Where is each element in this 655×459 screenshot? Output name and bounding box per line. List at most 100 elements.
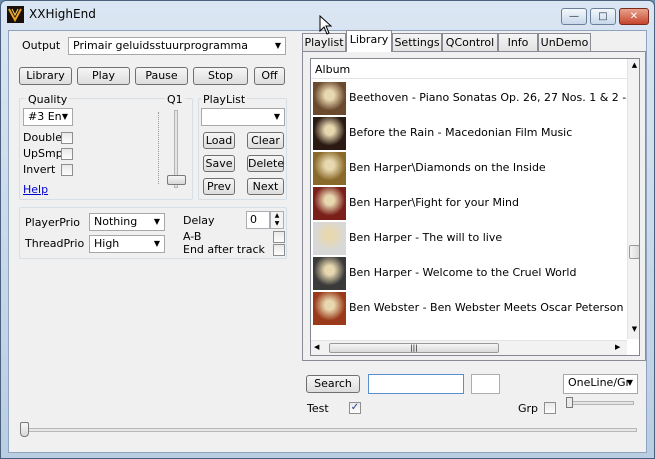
vertical-scroll-thumb[interactable] (629, 245, 639, 259)
tab-info[interactable]: Info (498, 33, 538, 51)
output-device-select[interactable]: Primair geluidsstuurprogramma ▼ (68, 37, 286, 55)
album-list[interactable]: Album Beethoven - Piano Sonatas Op. 26, … (310, 58, 640, 356)
end-after-track-label: End after track (183, 243, 265, 256)
album-cover-image (313, 117, 346, 150)
album-cover-image (313, 82, 346, 115)
album-row[interactable]: Ben Harper - Welcome to the Cruel World (311, 256, 627, 291)
album-cover-image (313, 222, 346, 255)
invert-label: Invert (23, 163, 56, 176)
off-button[interactable]: Off (254, 67, 285, 85)
search-input[interactable] (368, 374, 464, 394)
mouse-cursor-icon (319, 14, 333, 35)
chevron-down-icon: ▼ (626, 378, 633, 387)
save-button[interactable]: Save (203, 155, 235, 172)
tab-qcontrol[interactable]: QControl (442, 33, 498, 51)
stop-button[interactable]: Stop (193, 67, 248, 85)
grp-slider-track[interactable] (566, 401, 634, 405)
test-label: Test (307, 402, 329, 415)
album-row[interactable]: Ben Harper\Diamonds on the Inside (311, 151, 627, 186)
album-title: Ben Harper\Fight for your Mind (349, 196, 519, 209)
chevron-down-icon: ▼ (153, 239, 160, 248)
scroll-up-icon[interactable]: ▲ (629, 61, 639, 71)
search-aux-input[interactable] (471, 374, 500, 394)
checkmark-icon: ✓ (350, 402, 360, 413)
upsmp-checkbox[interactable] (61, 148, 73, 160)
album-title: Ben Harper - Welcome to the Cruel World (349, 266, 577, 279)
delay-label: Delay (183, 214, 215, 227)
scroll-down-icon[interactable]: ▼ (629, 325, 639, 335)
search-mode-value: OneLine/Gr (568, 376, 631, 389)
delete-button[interactable]: Delete (247, 155, 284, 172)
thread-prio-select[interactable]: High ▼ (89, 235, 165, 253)
album-row[interactable]: Ben Harper\Fight for your Mind (311, 186, 627, 221)
chevron-down-icon: ▼ (153, 217, 160, 226)
clear-button[interactable]: Clear (247, 132, 284, 149)
scroll-left-icon[interactable]: ◀ (314, 343, 324, 351)
grp-label: Grp (518, 402, 539, 415)
tab-playlist[interactable]: Playlist (302, 33, 346, 51)
album-title: Ben Webster - Ben Webster Meets Oscar Pe… (349, 301, 624, 314)
grp-slider-thumb[interactable] (566, 397, 573, 408)
grp-checkbox[interactable] (544, 402, 556, 414)
test-checkbox[interactable]: ✓ (349, 402, 361, 414)
delay-input[interactable]: 0 (246, 211, 270, 229)
album-rows: Beethoven - Piano Sonatas Op. 26, 27 Nos… (311, 79, 627, 340)
q1-slider-thumb[interactable] (167, 174, 186, 185)
album-column-label: Album (315, 63, 351, 76)
quality-value: #3 En (28, 110, 62, 123)
album-title: Ben Harper - The will to live (349, 231, 503, 244)
album-cover-image (313, 187, 346, 220)
pause-button[interactable]: Pause (135, 67, 188, 85)
album-row[interactable]: Beethoven - Piano Sonatas Op. 26, 27 Nos… (311, 81, 627, 116)
position-slider-track[interactable] (20, 428, 637, 432)
tab-library[interactable]: Library (346, 30, 392, 52)
player-prio-select[interactable]: Nothing ▼ (89, 213, 165, 231)
minimize-icon[interactable]: — (561, 8, 587, 25)
double-label: Double (23, 131, 62, 144)
load-button[interactable]: Load (203, 132, 235, 149)
next-button[interactable]: Next (247, 178, 284, 195)
ab-checkbox[interactable] (273, 231, 285, 243)
double-checkbox[interactable] (61, 132, 73, 144)
invert-checkbox[interactable] (61, 164, 73, 176)
q1-label: Q1 (165, 93, 185, 106)
output-label: Output (22, 39, 61, 52)
tab-undemo[interactable]: UnDemo (538, 33, 591, 51)
album-cover-image (313, 292, 346, 325)
help-link[interactable]: Help (23, 183, 48, 196)
tab-settings[interactable]: Settings (392, 33, 442, 51)
output-device-value: Primair geluidsstuurprogramma (73, 39, 249, 52)
search-mode-select[interactable]: OneLine/Gr ▼ (563, 374, 638, 394)
album-row[interactable]: Ben Harper - The will to live (311, 221, 627, 256)
vertical-scrollbar[interactable]: ▲ ▼ (627, 59, 639, 339)
horizontal-scrollbar[interactable]: ◀ ||| ▶ (311, 340, 627, 355)
window-title: XXHighEnd (29, 7, 96, 21)
prev-button[interactable]: Prev (203, 178, 235, 195)
album-row[interactable]: Ben Webster - Ben Webster Meets Oscar Pe… (311, 291, 627, 326)
maximize-icon[interactable]: □ (590, 8, 616, 25)
player-prio-label: PlayerPrio (25, 216, 80, 229)
quality-select[interactable]: #3 En ▼ (23, 108, 73, 126)
playlist-select[interactable]: ▼ (201, 108, 285, 126)
ab-label: A-B (183, 230, 202, 243)
chevron-down-icon: ▼ (274, 41, 281, 50)
album-row[interactable]: Before the Rain - Macedonian Film Music (311, 116, 627, 151)
upsmp-label: UpSmp (23, 147, 63, 160)
library-button[interactable]: Library (19, 67, 72, 85)
play-button[interactable]: Play (77, 67, 130, 85)
album-column-header[interactable]: Album (311, 59, 627, 79)
quality-label: Quality (26, 93, 70, 106)
q1-slider-ticks (158, 112, 160, 184)
position-slider-thumb[interactable] (20, 422, 29, 437)
chevron-down-icon: ▼ (61, 112, 68, 121)
close-icon[interactable]: ✕ (619, 8, 649, 25)
thread-prio-label: ThreadPrio (25, 237, 85, 250)
thread-prio-value: High (94, 237, 120, 250)
delay-spinner[interactable]: ▲ ▼ (270, 211, 284, 229)
scroll-right-icon[interactable]: ▶ (615, 343, 625, 351)
horizontal-scroll-thumb[interactable]: ||| (329, 343, 499, 353)
album-cover-image (313, 152, 346, 185)
album-title: Ben Harper\Diamonds on the Inside (349, 161, 546, 174)
search-button[interactable]: Search (306, 375, 360, 393)
end-after-track-checkbox[interactable] (273, 244, 285, 256)
